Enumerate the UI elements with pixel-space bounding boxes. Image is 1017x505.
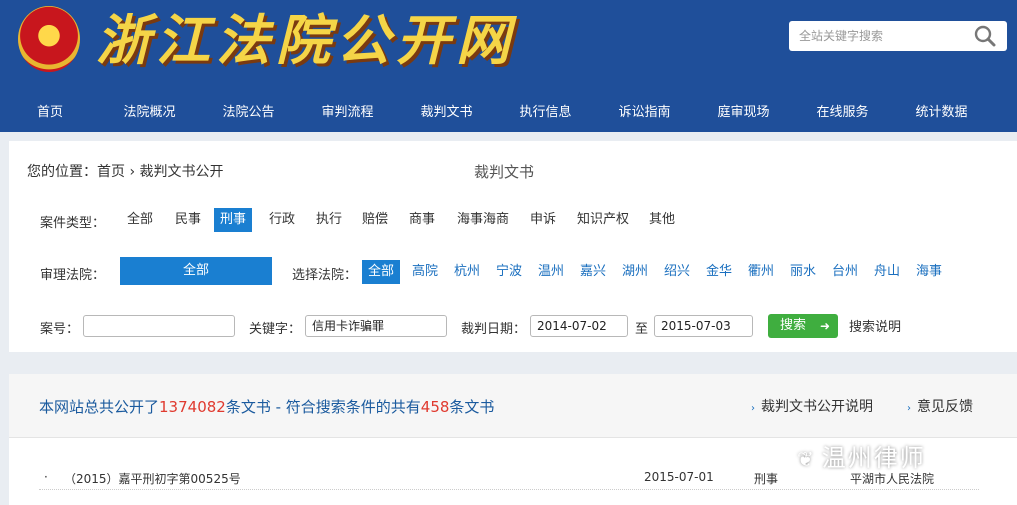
nav-item-enforcement[interactable]: 执行信息 <box>496 94 595 132</box>
case-type-other[interactable]: 其他 <box>643 208 681 232</box>
date-to-input[interactable]: 2015-07-03 <box>654 315 753 337</box>
case-type: 刑事 <box>754 472 779 486</box>
judgment-date: 2015-07-01 <box>644 470 714 484</box>
nav-item-court-overview[interactable]: 法院概况 <box>100 94 199 132</box>
row-bullet: · <box>44 470 48 484</box>
nav-item-live-trial[interactable]: 庭审现场 <box>694 94 793 132</box>
main-nav: 首页 法院概况 法院公告 审判流程 裁判文书 执行信息 诉讼指南 庭审现场 在线… <box>0 94 1017 132</box>
results-summary: 本网站总共公开了1374082条文书 - 符合搜索条件的共有458条文书 <box>39 396 494 417</box>
date-label: 裁判日期： <box>461 322 527 337</box>
breadcrumb-separator: › <box>129 164 136 180</box>
disclosure-explain-label: 裁判文书公开说明 <box>761 399 873 415</box>
search-help-link[interactable]: 搜索说明 <box>849 316 901 335</box>
feedback-link[interactable]: › 意见反馈 <box>907 396 973 416</box>
case-type-enforcement[interactable]: 执行 <box>310 208 348 232</box>
court-option-wenzhou[interactable]: 温州 <box>532 260 570 284</box>
case-type-maritime[interactable]: 海事海商 <box>451 208 515 232</box>
chevron-right-icon: › <box>907 403 911 414</box>
summary-total: 1374082 <box>159 398 226 416</box>
case-type-ip[interactable]: 知识产权 <box>571 208 635 232</box>
case-type-appeal[interactable]: 申诉 <box>524 208 562 232</box>
nav-item-online-service[interactable]: 在线服务 <box>793 94 892 132</box>
keyword-label: 关键字： <box>249 322 302 337</box>
court-option-maritime[interactable]: 海事 <box>910 260 948 284</box>
court-emblem-icon: ⚖ <box>18 6 80 72</box>
case-type-civil[interactable]: 民事 <box>169 208 207 232</box>
search-button[interactable]: 搜索 ➜ <box>768 314 838 338</box>
case-type-compensation[interactable]: 赔偿 <box>356 208 394 232</box>
nav-item-judgments[interactable]: 裁判文书 <box>397 94 496 132</box>
breadcrumb: 您的位置：首页 › 裁判文书公开 <box>27 161 224 181</box>
case-no-input[interactable] <box>83 315 235 337</box>
court-option-hangzhou[interactable]: 杭州 <box>448 260 486 284</box>
watermark-text: 温州律师 <box>821 444 926 472</box>
court-label: 审理法院： <box>40 268 106 283</box>
site-title: 浙江法院公开网 <box>96 8 516 72</box>
arrow-right-icon: ➜ <box>819 319 830 333</box>
court-all-button[interactable]: 全部 <box>120 257 272 285</box>
site-header: ⚖ 浙江法院公开网 首页 法院概况 法院公告 审判流程 裁判文书 执行信息 诉讼… <box>0 0 1017 132</box>
court-option-all[interactable]: 全部 <box>362 260 401 284</box>
summary-prefix: 本网站总共公开了 <box>39 398 160 416</box>
case-type-label: 案件类型： <box>40 216 106 231</box>
summary-matched: 458 <box>420 398 450 416</box>
court-option-taizhou[interactable]: 台州 <box>826 260 864 284</box>
page-title: 裁判文书 <box>474 163 535 181</box>
court-option-high[interactable]: 高院 <box>406 260 444 284</box>
chevron-right-icon: › <box>751 403 755 414</box>
nav-item-statistics[interactable]: 统计数据 <box>892 94 991 132</box>
court-option-zhoushan[interactable]: 舟山 <box>868 260 906 284</box>
site-search <box>789 21 1007 51</box>
date-to-label: 至 <box>635 322 649 337</box>
nav-item-home[interactable]: 首页 <box>0 94 100 132</box>
search-button-label: 搜索 <box>780 318 807 333</box>
date-from-input[interactable]: 2014-07-02 <box>530 315 628 337</box>
nav-item-court-notices[interactable]: 法院公告 <box>199 94 298 132</box>
case-type-administrative[interactable]: 行政 <box>263 208 301 232</box>
breadcrumb-prefix: 您的位置： <box>27 164 97 180</box>
court-option-quzhou[interactable]: 衢州 <box>742 260 780 284</box>
wechat-icon: ❦ <box>797 447 816 471</box>
disclosure-explain-link[interactable]: › 裁判文书公开说明 <box>751 396 873 416</box>
nav-item-litigation-guide[interactable]: 诉讼指南 <box>595 94 694 132</box>
table-row[interactable]: · （2015）嘉平刑初字第00525号 2015-07-01 刑事 平湖市人民… <box>39 470 979 490</box>
court-option-jinhua[interactable]: 金华 <box>700 260 738 284</box>
court-option-lishui[interactable]: 丽水 <box>784 260 822 284</box>
court-option-shaoxing[interactable]: 绍兴 <box>658 260 696 284</box>
case-type-all[interactable]: 全部 <box>121 208 159 232</box>
court-option-huzhou[interactable]: 湖州 <box>616 260 654 284</box>
feedback-label: 意见反馈 <box>917 399 973 415</box>
court-select-label: 选择法院： <box>292 268 358 283</box>
keyword-input[interactable]: 信用卡诈骗罪 <box>305 315 447 337</box>
watermark: ❦ 温州律师 <box>797 438 926 473</box>
case-type-criminal[interactable]: 刑事 <box>214 208 253 232</box>
case-no-label: 案号： <box>40 322 80 337</box>
filter-panel: 您的位置：首页 › 裁判文书公开 裁判文书 案件类型： 全部 民事 刑事 行政 … <box>9 141 1017 352</box>
summary-middle: 条文书 - 符合搜索条件的共有 <box>225 398 421 416</box>
summary-suffix: 条文书 <box>449 398 495 416</box>
court-option-ningbo[interactable]: 宁波 <box>490 260 528 284</box>
site-search-input[interactable] <box>799 26 969 46</box>
breadcrumb-home-link[interactable]: 首页 <box>97 164 125 180</box>
breadcrumb-current: 裁判文书公开 <box>139 164 224 180</box>
case-type-commercial[interactable]: 商事 <box>403 208 441 232</box>
search-icon[interactable] <box>973 25 997 47</box>
case-number-link[interactable]: （2015）嘉平刑初字第00525号 <box>64 470 241 487</box>
court-option-jiaxing[interactable]: 嘉兴 <box>574 260 612 284</box>
summary-bar: 本网站总共公开了1374082条文书 - 符合搜索条件的共有458条文书 › 裁判… <box>9 374 1017 438</box>
nav-item-trial-process[interactable]: 审判流程 <box>298 94 397 132</box>
